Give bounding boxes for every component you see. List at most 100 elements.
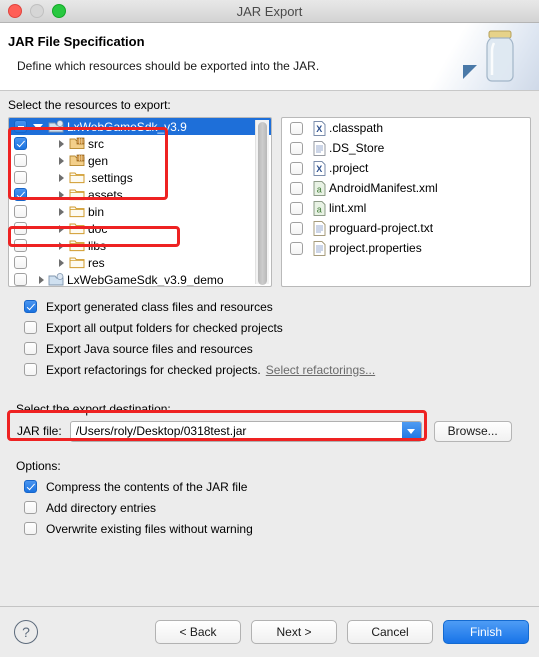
xml-x-file-icon: X: [313, 120, 326, 136]
tree-checkbox-libs[interactable]: [14, 239, 27, 252]
tree-checkbox-settings[interactable]: [14, 171, 27, 184]
tree-row-src[interactable]: src: [9, 135, 271, 152]
chevron-right-icon[interactable]: [59, 173, 64, 182]
cancel-button[interactable]: Cancel: [347, 620, 433, 644]
tree-checkbox-res[interactable]: [14, 256, 27, 269]
tree-row-label: bin: [88, 204, 105, 219]
footer-buttons: < Back Next > Cancel Finish: [155, 620, 529, 644]
tree-checkbox-demo[interactable]: [14, 273, 27, 286]
page-title: JAR File Specification: [8, 34, 145, 49]
folder-icon: [69, 189, 85, 201]
tree-row-gen[interactable]: gen: [9, 152, 271, 169]
help-icon[interactable]: ?: [14, 620, 38, 644]
next-button[interactable]: Next >: [251, 620, 337, 644]
option-label: Compress the contents of the JAR file: [46, 479, 248, 494]
wizard-header: JAR File Specification Define which reso…: [0, 23, 539, 91]
tree-row-label: libs: [88, 238, 107, 253]
options-label: Options:: [16, 459, 61, 473]
chevron-right-icon[interactable]: [59, 241, 64, 250]
tree-row-settings[interactable]: .settings: [9, 169, 271, 186]
file-row-label: proguard-project.txt: [329, 221, 434, 235]
jar-export-dialog: JAR Export JAR File Specification Define…: [0, 0, 539, 657]
option-export-refactorings[interactable]: Export refactorings for checked projects…: [8, 359, 531, 380]
tree-checkbox-doc[interactable]: [14, 222, 27, 235]
jar-file-combo[interactable]: [69, 420, 422, 442]
folder-icon: [69, 172, 85, 184]
file-row-label: lint.xml: [329, 201, 367, 215]
tree-checkbox-gen[interactable]: [14, 154, 27, 167]
chevron-right-icon[interactable]: [59, 258, 64, 267]
chevron-right-icon[interactable]: [39, 275, 44, 284]
option-checkbox[interactable]: [24, 522, 37, 535]
file-checkbox[interactable]: [290, 201, 303, 215]
tree-row-lxwebgamesdk-demo[interactable]: LxWebGameSdk_v3.9_demo: [9, 271, 271, 286]
file-row-lintxml[interactable]: a lint.xml: [282, 198, 530, 218]
folder-icon: [69, 223, 85, 235]
option-checkbox[interactable]: [24, 363, 37, 376]
file-checkbox[interactable]: [290, 221, 303, 235]
option-compress-jar[interactable]: Compress the contents of the JAR file: [8, 476, 531, 497]
tree-row-label: assets: [88, 187, 123, 202]
file-checkbox[interactable]: [290, 181, 303, 195]
option-label: Export refactorings for checked projects…: [46, 362, 261, 377]
file-row-label: AndroidManifest.xml: [329, 181, 438, 195]
svg-text:X: X: [316, 164, 322, 174]
tree-row-bin[interactable]: bin: [9, 203, 271, 220]
page-subtitle: Define which resources should be exporte…: [17, 59, 320, 73]
option-checkbox[interactable]: [24, 501, 37, 514]
chevron-right-icon[interactable]: [59, 207, 64, 216]
file-row-androidmanifest[interactable]: a AndroidManifest.xml: [282, 178, 530, 198]
jar-file-input[interactable]: [70, 420, 421, 442]
tree-row-res[interactable]: res: [9, 254, 271, 271]
option-export-java-source-files[interactable]: Export Java source files and resources: [8, 338, 531, 359]
finish-button[interactable]: Finish: [443, 620, 529, 644]
file-checkbox[interactable]: [290, 241, 303, 255]
tree-row-label: .settings: [88, 170, 133, 185]
file-row-project[interactable]: X .project: [282, 158, 530, 178]
file-row-dsstore[interactable]: .DS_Store: [282, 138, 530, 158]
window-titlebar: JAR Export: [0, 0, 539, 23]
option-export-generated-class-files[interactable]: Export generated class files and resourc…: [8, 296, 531, 317]
file-row-projectproperties[interactable]: project.properties: [282, 238, 530, 258]
project-tree[interactable]: LxWebGameSdk_v3.9 src gen .settings asse…: [9, 118, 271, 286]
option-checkbox[interactable]: [24, 300, 37, 313]
tree-checkbox-assets[interactable]: [14, 188, 27, 201]
svg-text:a: a: [317, 184, 322, 194]
dialog-body: Select the resources to export: LxWebGam…: [0, 91, 539, 606]
tree-row-label: LxWebGameSdk_v3.9: [67, 119, 187, 134]
file-row-proguard[interactable]: proguard-project.txt: [282, 218, 530, 238]
file-checkbox[interactable]: [290, 141, 303, 155]
chevron-right-icon[interactable]: [59, 139, 64, 148]
tree-scrollbar-thumb[interactable]: [258, 122, 267, 285]
option-checkbox[interactable]: [24, 342, 37, 355]
folder-icon: [69, 257, 85, 269]
option-checkbox[interactable]: [24, 480, 37, 493]
tree-row-doc[interactable]: doc: [9, 220, 271, 237]
tree-row-label: gen: [88, 153, 109, 168]
file-checkbox[interactable]: [290, 161, 303, 175]
tree-row-libs[interactable]: libs: [9, 237, 271, 254]
tree-checkbox-src[interactable]: [14, 137, 27, 150]
select-refactorings-link[interactable]: Select refactorings...: [266, 363, 375, 377]
source-folder-icon: [69, 137, 85, 150]
option-export-all-output-folders[interactable]: Export all output folders for checked pr…: [8, 317, 531, 338]
project-tree-panel[interactable]: LxWebGameSdk_v3.9 src gen .settings asse…: [8, 117, 272, 287]
tree-row-lxwebgamesdk[interactable]: LxWebGameSdk_v3.9: [9, 118, 271, 135]
file-row-classpath[interactable]: X .classpath: [282, 118, 530, 138]
tree-scrollbar[interactable]: [255, 120, 269, 285]
tree-checkbox-partial[interactable]: [14, 120, 27, 133]
back-button[interactable]: < Back: [155, 620, 241, 644]
browse-button[interactable]: Browse...: [433, 420, 512, 442]
chevron-right-icon[interactable]: [59, 190, 64, 199]
file-list-panel[interactable]: X .classpath .DS_Store X .project a Andr…: [281, 117, 531, 287]
chevron-down-icon[interactable]: [401, 421, 421, 441]
option-add-directory-entries[interactable]: Add directory entries: [8, 497, 531, 518]
chevron-right-icon[interactable]: [59, 156, 64, 165]
option-checkbox[interactable]: [24, 321, 37, 334]
tree-row-assets[interactable]: assets: [9, 186, 271, 203]
chevron-down-icon[interactable]: [33, 123, 43, 130]
chevron-right-icon[interactable]: [59, 224, 64, 233]
option-overwrite-existing[interactable]: Overwrite existing files without warning: [8, 518, 531, 539]
tree-checkbox-bin[interactable]: [14, 205, 27, 218]
file-checkbox[interactable]: [290, 121, 303, 135]
